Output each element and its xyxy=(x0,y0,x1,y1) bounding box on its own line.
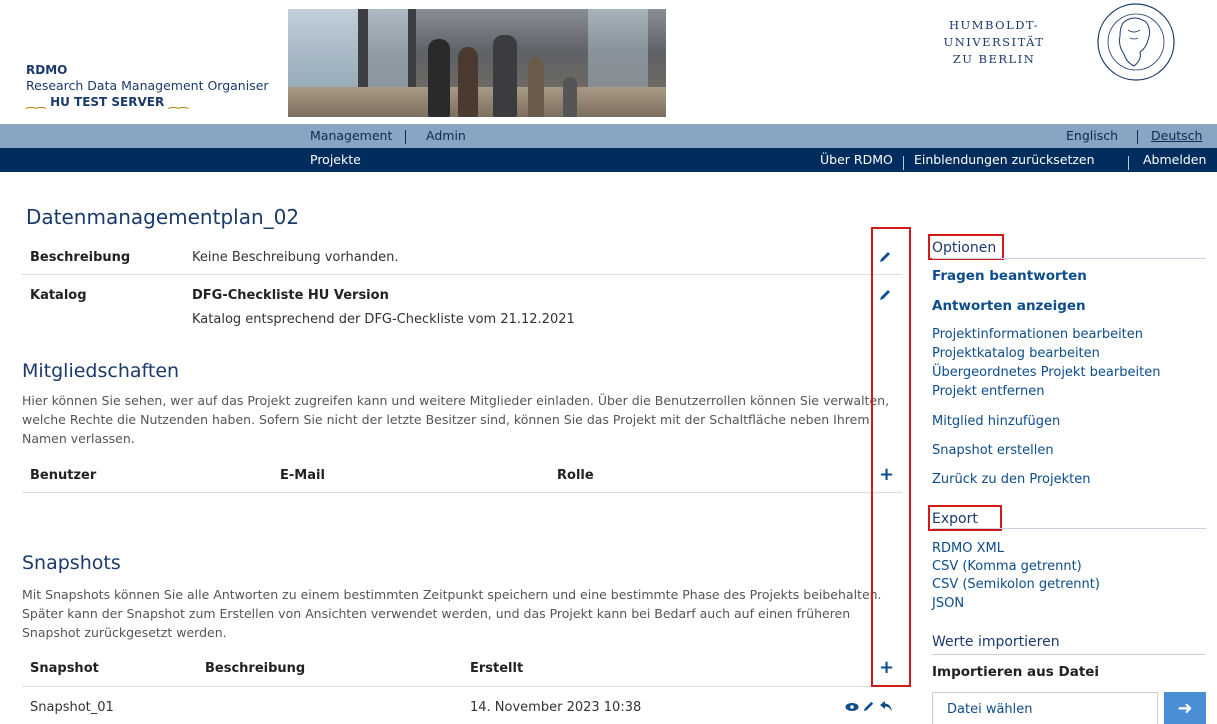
divider xyxy=(22,274,902,275)
link-projekt-entfernen[interactable]: Projekt entfernen xyxy=(932,384,1045,399)
divider xyxy=(22,686,902,687)
col-erstellt: Erstellt xyxy=(470,661,524,676)
lang-english[interactable]: Englisch xyxy=(1066,128,1118,143)
view-eye-icon[interactable] xyxy=(845,701,859,713)
members-description: Hier können Sie sehen, wer auf das Proje… xyxy=(22,393,890,446)
page-title: Datenmanagementplan_02 xyxy=(26,205,300,229)
university-line: UNIVERSITÄT xyxy=(943,35,1045,49)
link-projektkatalog-bearbeiten[interactable]: Projektkatalog bearbeiten xyxy=(932,346,1100,361)
server-name: HU TEST SERVER xyxy=(50,95,165,109)
nav-projekte[interactable]: Projekte xyxy=(310,152,361,167)
link-snapshot-erstellen[interactable]: Snapshot erstellen xyxy=(932,443,1054,458)
divider xyxy=(932,258,1206,259)
export-csv-semikolon[interactable]: CSV (Semikolon getrennt) xyxy=(932,577,1100,592)
export-csv-komma[interactable]: CSV (Komma getrennt) xyxy=(932,559,1082,574)
lang-deutsch[interactable]: Deutsch xyxy=(1151,128,1202,143)
highlight-options-heading xyxy=(928,234,1004,260)
university-name: HUMBOLDT- UNIVERSITÄT ZU BERLIN xyxy=(928,17,1060,68)
sub-nav: Projekte Über RDMO Einblendungen zurücks… xyxy=(0,148,1217,172)
beschreibung-value: Keine Beschreibung vorhanden. xyxy=(192,250,399,265)
header-photo xyxy=(288,9,666,117)
katalog-label: Katalog xyxy=(30,288,87,303)
server-label: ⁔⁔ HU TEST SERVER ⁔⁔ xyxy=(26,94,269,110)
col-rolle: Rolle xyxy=(557,468,594,483)
col-email: E-Mail xyxy=(280,468,325,483)
link-projektinformationen-bearbeiten[interactable]: Projektinformationen bearbeiten xyxy=(932,327,1143,342)
link-zurueck-zu-den-projekten[interactable]: Zurück zu den Projekten xyxy=(932,472,1090,487)
export-json[interactable]: JSON xyxy=(932,596,964,611)
nav-ueber-rdmo[interactable]: Über RDMO xyxy=(820,152,893,167)
snapshot-row-created: 14. November 2023 10:38 xyxy=(470,700,642,715)
divider xyxy=(22,492,902,493)
snapshots-description: Mit Snapshots können Sie alle Antworten … xyxy=(22,587,882,640)
import-from-file-label: Importieren aus Datei xyxy=(932,664,1100,680)
katalog-description: Katalog entsprechend der DFG-Checkliste … xyxy=(192,312,575,327)
university-line: ZU BERLIN xyxy=(952,52,1036,66)
brand: RDMO Research Data Management Organiser … xyxy=(26,62,269,110)
link-antworten-anzeigen[interactable]: Antworten anzeigen xyxy=(932,298,1086,314)
members-heading: Mitgliedschaften xyxy=(22,360,180,382)
hazard-icon: ⁔⁔ xyxy=(26,95,46,109)
nav-abmelden[interactable]: Abmelden xyxy=(1143,152,1206,167)
rollback-reply-icon[interactable] xyxy=(879,700,893,713)
university-line: HUMBOLDT- xyxy=(948,18,1040,32)
link-mitglied-hinzufuegen[interactable]: Mitglied hinzufügen xyxy=(932,414,1060,429)
top-nav: Management Admin Englisch Deutsch xyxy=(0,124,1217,148)
highlight-action-column xyxy=(871,227,911,687)
app-name[interactable]: RDMO xyxy=(26,62,269,78)
file-chooser-label: Datei wählen xyxy=(947,702,1033,717)
nav-management[interactable]: Management xyxy=(310,128,392,143)
import-submit-arrow-button[interactable]: ➜ xyxy=(1164,692,1206,724)
import-heading: Werte importieren xyxy=(932,634,1060,650)
university-seal-logo xyxy=(1097,3,1175,81)
col-snapshot: Snapshot xyxy=(30,661,99,676)
edit-snapshot-pencil-icon[interactable] xyxy=(862,700,875,713)
snapshots-heading: Snapshots xyxy=(22,552,121,574)
file-chooser-input[interactable]: Datei wählen xyxy=(932,692,1158,724)
export-rdmo-xml[interactable]: RDMO XML xyxy=(932,541,1004,556)
arrow-right-icon: ➜ xyxy=(1177,698,1193,719)
beschreibung-label: Beschreibung xyxy=(30,250,131,265)
link-uebergeordnetes-projekt-bearbeiten[interactable]: Übergeordnetes Projekt bearbeiten xyxy=(932,365,1160,380)
col-benutzer: Benutzer xyxy=(30,468,97,483)
divider xyxy=(932,528,1206,529)
divider xyxy=(932,654,1206,655)
col-beschreibung: Beschreibung xyxy=(205,661,306,676)
link-fragen-beantworten[interactable]: Fragen beantworten xyxy=(932,268,1087,284)
nav-admin[interactable]: Admin xyxy=(426,128,466,143)
katalog-name: DFG-Checkliste HU Version xyxy=(192,288,389,303)
snapshot-row-name: Snapshot_01 xyxy=(30,700,114,715)
nav-einblendungen-zuruecksetzen[interactable]: Einblendungen zurücksetzen xyxy=(914,152,1095,167)
hazard-icon: ⁔⁔ xyxy=(168,95,189,109)
app-subtitle: Research Data Management Organiser xyxy=(26,78,269,93)
